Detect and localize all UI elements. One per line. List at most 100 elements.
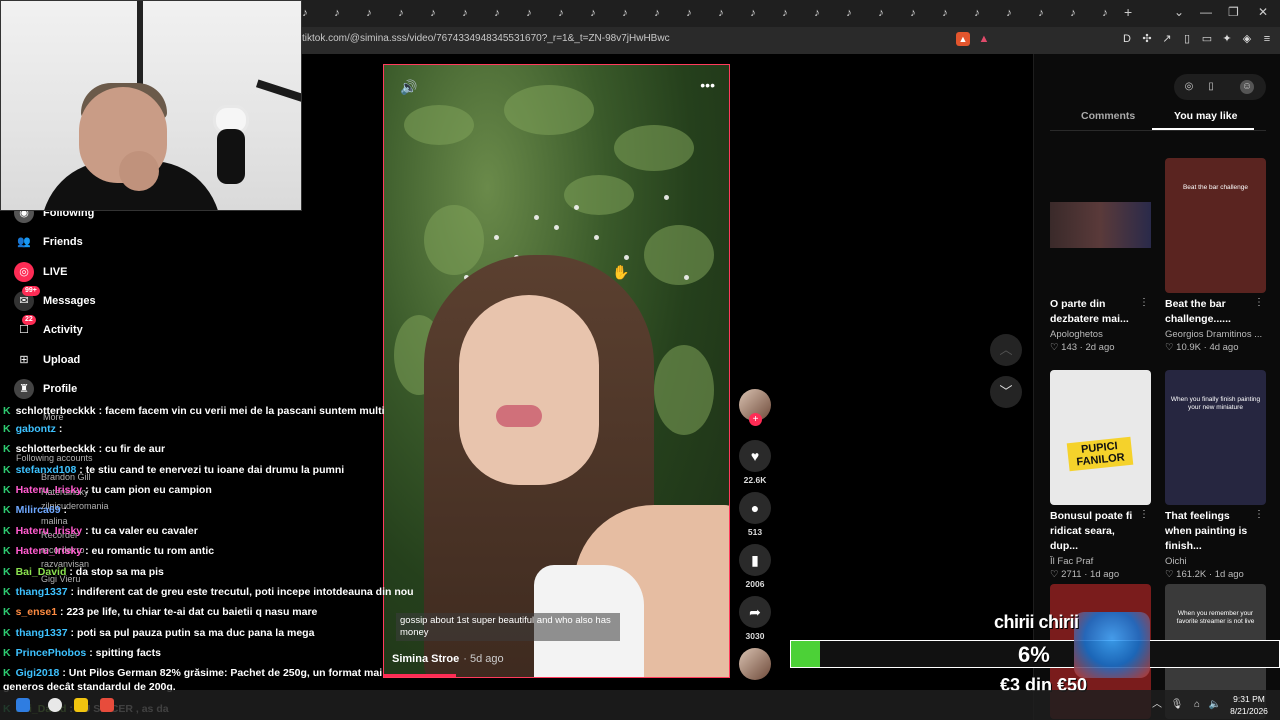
speaker-icon[interactable]: 🔈 — [1208, 698, 1222, 712]
wallet-icon[interactable]: ▭ — [1200, 32, 1214, 46]
video-player[interactable]: 🔊 ••• gossip about 1st super beautiful a… — [383, 64, 730, 678]
tiktok-tab-icon[interactable]: ♪ — [874, 6, 888, 20]
avatar[interactable]: + — [739, 389, 771, 426]
previous-video-button[interactable]: ︿ — [990, 334, 1022, 366]
minimize-icon[interactable]: — — [1200, 5, 1212, 19]
sidebar-item-live[interactable]: ◎ LIVE — [14, 261, 67, 283]
recommended-video-card[interactable]: When you finally finish painting your ne… — [1165, 370, 1266, 580]
card-author[interactable]: Îl Fac Praf — [1050, 556, 1151, 567]
chat-username[interactable]: s_ense1 — [16, 606, 57, 618]
chat-username[interactable]: Gigi2018 — [16, 667, 60, 679]
card-menu-icon[interactable]: ⋮ — [1254, 297, 1264, 308]
music-disc-icon[interactable] — [739, 648, 771, 680]
network-icon[interactable]: ⌂ — [1190, 698, 1204, 712]
tab-comments[interactable]: Comments — [1081, 110, 1135, 122]
tiktok-tab-icon[interactable]: ♪ — [746, 6, 760, 20]
card-title[interactable]: Bonusul poate fi ridicat seara, dup... — [1050, 509, 1140, 554]
plus-icon[interactable]: + — [1124, 4, 1132, 20]
tiktok-tab-icon[interactable]: ♪ — [586, 6, 600, 20]
chat-username[interactable]: Milirca69 — [16, 504, 61, 516]
tab-you-may-like[interactable]: You may like — [1174, 110, 1237, 122]
chat-username[interactable]: Hateru_Irisky — [16, 545, 83, 557]
vpn-icon[interactable]: ◈ — [1240, 32, 1254, 46]
video-thumbnail[interactable] — [1050, 158, 1151, 293]
chat-username[interactable]: Hateru_Irisky — [16, 525, 83, 537]
tiktok-tab-icon[interactable]: ♪ — [1034, 6, 1048, 20]
comment-button[interactable]: ● 513 — [738, 492, 772, 537]
tiktok-tab-icon[interactable]: ♪ — [1098, 6, 1112, 20]
chrome-icon[interactable] — [48, 698, 62, 712]
brave-shield-icon[interactable]: ▲ — [956, 32, 970, 46]
chat-username[interactable]: gabontz — [16, 423, 56, 435]
top-controls[interactable]: ◎ ▯ ☺ — [1174, 74, 1266, 100]
card-menu-icon[interactable]: ⋮ — [1139, 297, 1149, 308]
chat-username[interactable]: PrincePhobos — [16, 647, 87, 659]
sidebar-item-activity[interactable]: ☐ 22 Activity — [14, 315, 83, 341]
chevron-down-icon[interactable]: ﹀ — [999, 384, 1012, 399]
extensions-icon[interactable]: ✣ — [1140, 32, 1154, 46]
sidebar-item-upload[interactable]: ⊞ Upload — [14, 349, 80, 371]
like-button[interactable]: ♥ 22.6K — [738, 440, 772, 485]
tiktok-tab-icon[interactable]: ♪ — [842, 6, 856, 20]
comment-icon[interactable]: ● — [739, 492, 771, 524]
sidebar-item-profile[interactable]: ♜ Profile — [14, 378, 77, 400]
video-thumbnail[interactable]: Beat the bar challenge — [1165, 158, 1266, 293]
volume-icon[interactable]: 🔊 — [400, 79, 417, 96]
card-title[interactable]: O parte din dezbatere mai... — [1050, 297, 1140, 327]
card-author[interactable]: Georgios Dramitinos ... — [1165, 329, 1266, 340]
tiktok-tab-icon[interactable]: ♪ — [426, 6, 440, 20]
heart-icon[interactable]: ♥ — [739, 440, 771, 472]
next-video-button[interactable]: ﹀ — [990, 376, 1022, 408]
system-clock[interactable]: 9:31 PM 8/21/2026 — [1222, 693, 1276, 717]
rewards-icon[interactable]: ▲ — [977, 32, 991, 46]
tiktok-tab-icon[interactable]: ♪ — [906, 6, 920, 20]
url-text[interactable]: tiktok.com/@simina.sss/video/76743349483… — [302, 33, 670, 44]
follow-plus-icon[interactable]: + — [749, 413, 762, 426]
tiktok-tab-icon[interactable]: ♪ — [522, 6, 536, 20]
more-icon[interactable]: ••• — [700, 77, 715, 93]
close-icon[interactable]: ✕ — [1258, 5, 1268, 19]
compass-icon[interactable]: ◎ — [1182, 80, 1196, 94]
restore-icon[interactable]: ❐ — [1228, 5, 1239, 19]
music-disc-button[interactable] — [738, 648, 772, 680]
chat-username[interactable]: schlotterbeckkk — [16, 443, 96, 455]
card-author[interactable]: Apologhetos — [1050, 329, 1151, 340]
tiktok-tab-icon[interactable]: ♪ — [458, 6, 472, 20]
card-menu-icon[interactable]: ⋮ — [1254, 509, 1264, 520]
chat-username[interactable]: Bai_David — [16, 566, 67, 578]
chat-username[interactable]: thang1337 — [16, 627, 68, 639]
extension-d-icon[interactable]: D — [1120, 32, 1134, 46]
save-button[interactable]: ▮ 2006 — [738, 544, 772, 589]
tiktok-tab-icon[interactable]: ♪ — [394, 6, 408, 20]
chevron-down-icon[interactable]: ⌄ — [1174, 5, 1184, 19]
tiktok-tab-icon[interactable]: ♪ — [618, 6, 632, 20]
tray-chevron-icon[interactable]: ︿ — [1150, 698, 1164, 712]
card-author[interactable]: Oichi — [1165, 556, 1266, 567]
menu-icon[interactable]: ≡ — [1260, 32, 1274, 46]
microphone-tray-icon[interactable]: 🎙 — [1170, 698, 1184, 712]
tiktok-tab-icon[interactable]: ♪ — [650, 6, 664, 20]
bookmark-icon[interactable]: ▮ — [739, 544, 771, 576]
windows-start-icon[interactable] — [16, 698, 30, 712]
tiktok-tab-icon[interactable]: ♪ — [554, 6, 568, 20]
phone-icon[interactable]: ▯ — [1204, 80, 1218, 94]
chat-username[interactable]: schlotterbeckkk — [16, 405, 96, 417]
author-avatar-button[interactable]: + — [738, 389, 772, 426]
video-thumbnail[interactable]: When you finally finish painting your ne… — [1165, 370, 1266, 505]
card-menu-icon[interactable]: ⋮ — [1139, 509, 1149, 520]
tiktok-tab-icon[interactable]: ♪ — [938, 6, 952, 20]
sidebar-item-messages[interactable]: ✉ 99+ Messages — [14, 285, 96, 312]
chat-username[interactable]: thang1337 — [16, 586, 68, 598]
tiktok-tab-icon[interactable]: ♪ — [810, 6, 824, 20]
user-avatar-icon[interactable]: ☺ — [1240, 80, 1254, 94]
tiktok-tab-icon[interactable]: ♪ — [330, 6, 344, 20]
leo-icon[interactable]: ✦ — [1220, 32, 1234, 46]
tiktok-tab-icon[interactable]: ♪ — [682, 6, 696, 20]
share-button[interactable]: ➦ 3030 — [738, 596, 772, 641]
tiktok-tab-icon[interactable]: ♪ — [970, 6, 984, 20]
card-title[interactable]: That feelings when painting is finish... — [1165, 509, 1255, 554]
share-icon[interactable]: ↗ — [1160, 32, 1174, 46]
folder-icon[interactable] — [74, 698, 88, 712]
recommended-video-card[interactable]: O parte din dezbatere mai... ⋮ Apologhetos… — [1050, 158, 1151, 353]
chevron-up-icon[interactable]: ︿ — [999, 342, 1012, 357]
